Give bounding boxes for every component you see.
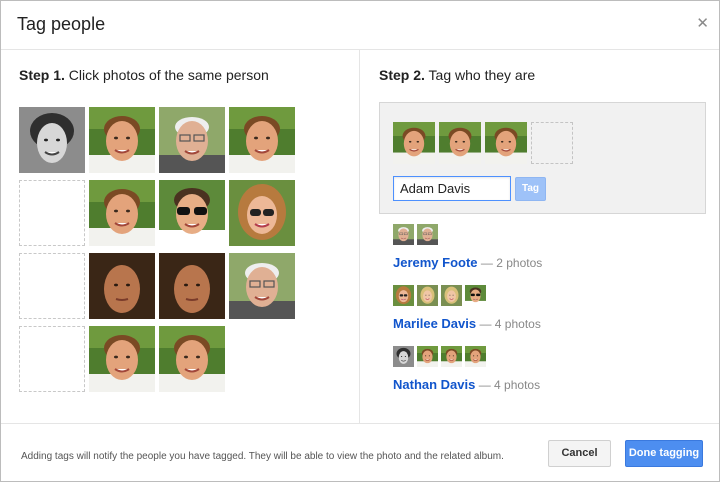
step2-panel: Step 2. Tag who they are Tag Jeremy Foot… — [361, 50, 719, 423]
person-thumbnail[interactable] — [441, 285, 462, 306]
selected-photo[interactable] — [485, 122, 527, 164]
dialog-title: Tag people — [17, 14, 106, 34]
done-tagging-button[interactable]: Done tagging — [625, 440, 703, 467]
step1-number: Step 1. — [19, 67, 65, 83]
dialog-footer: Adding tags will notify the people you h… — [1, 423, 719, 481]
person-thumbnail[interactable] — [393, 285, 414, 306]
empty-photo-slot — [19, 253, 85, 319]
person-name[interactable]: Marilee Davis — [393, 316, 476, 331]
person-thumbnail[interactable] — [417, 285, 438, 306]
photo-tile[interactable] — [89, 326, 155, 392]
step2-heading: Step 2. Tag who they are — [379, 67, 535, 83]
tagged-person: Marilee Davis — 4 photos — [393, 285, 693, 345]
tag-selection-box: Tag — [379, 102, 706, 214]
photo-tile[interactable] — [229, 180, 295, 246]
close-icon[interactable]: ✕ — [696, 15, 709, 33]
step1-heading: Step 1. Click photos of the same person — [19, 67, 269, 83]
person-photo-count: — 4 photos — [478, 378, 541, 392]
photo-tile[interactable] — [19, 107, 85, 173]
empty-photo-slot — [19, 326, 85, 392]
person-thumbnail[interactable] — [465, 285, 486, 306]
step1-text: Click photos of the same person — [68, 67, 269, 83]
step2-text: Tag who they are — [428, 67, 536, 83]
photo-tile[interactable] — [159, 326, 225, 392]
empty-photo-slot — [19, 180, 85, 246]
step1-panel: Step 1. Click photos of the same person — [1, 50, 360, 423]
tag-people-dialog: Tag people ✕ Step 1. Click photos of the… — [0, 0, 720, 482]
person-line: Marilee Davis — 4 photos — [393, 316, 541, 331]
person-line: Jeremy Foote — 2 photos — [393, 255, 542, 270]
photo-tile[interactable] — [159, 180, 225, 246]
person-photo-count: — 2 photos — [480, 256, 543, 270]
cancel-button[interactable]: Cancel — [548, 440, 611, 467]
name-input[interactable] — [393, 176, 511, 201]
step2-number: Step 2. — [379, 67, 425, 83]
tag-button[interactable]: Tag — [515, 177, 546, 201]
dialog-titlebar: Tag people ✕ — [1, 1, 719, 50]
person-thumbnail[interactable] — [417, 346, 438, 367]
photo-tile[interactable] — [89, 180, 155, 246]
selected-photo[interactable] — [393, 122, 435, 164]
person-name[interactable]: Jeremy Foote — [393, 255, 478, 270]
person-thumbnail[interactable] — [393, 224, 414, 245]
tagged-person: Jeremy Foote — 2 photos — [393, 224, 693, 284]
tagged-person: Nathan Davis — 4 photos — [393, 346, 693, 406]
person-name[interactable]: Nathan Davis — [393, 377, 475, 392]
photo-tile[interactable] — [159, 253, 225, 319]
photo-tile[interactable] — [159, 107, 225, 173]
photo-tile[interactable] — [89, 107, 155, 173]
person-thumbnail[interactable] — [465, 346, 486, 367]
person-thumbnail[interactable] — [393, 346, 414, 367]
photo-tile[interactable] — [229, 253, 295, 319]
selected-photo[interactable] — [439, 122, 481, 164]
empty-selection-slot — [531, 122, 573, 164]
photo-tile[interactable] — [229, 107, 295, 173]
photo-tile[interactable] — [89, 253, 155, 319]
footer-note: Adding tags will notify the people you h… — [21, 451, 504, 462]
person-photo-count: — 4 photos — [479, 317, 541, 331]
person-line: Nathan Davis — 4 photos — [393, 377, 540, 392]
person-thumbnail[interactable] — [441, 346, 462, 367]
person-thumbnail[interactable] — [417, 224, 438, 245]
